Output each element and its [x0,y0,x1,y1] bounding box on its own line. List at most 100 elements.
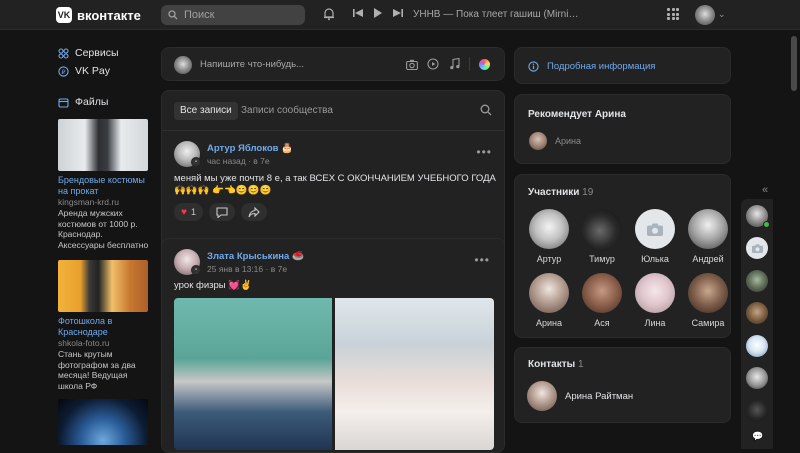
avatar[interactable] [582,273,622,313]
details-link[interactable]: Подробная информация [528,61,655,72]
member-name[interactable]: Самира [692,318,725,328]
member-item[interactable]: Лина [633,273,677,328]
post-time[interactable]: 25 янв в 13:16 [207,264,263,274]
contacts-title[interactable]: Контакты 1 [528,359,584,370]
ad-block[interactable]: Брендовые костюмы на прокат kingsman-krd… [58,119,150,250]
tab-all-posts[interactable]: Все записи [174,102,238,120]
chevron-down-icon[interactable]: ⌄ [718,9,726,20]
previous-track-icon[interactable] [353,8,363,18]
search-input[interactable]: Поиск [161,5,305,25]
chat-avatar[interactable] [746,302,768,324]
collapse-chats-icon[interactable]: « [762,184,768,196]
video-icon[interactable] [427,58,439,70]
music-icon[interactable] [448,58,460,70]
vk-logo[interactable]: VK вконтакте [56,7,141,23]
nav-label: VK Pay [75,65,111,77]
chat-avatar[interactable] [746,400,768,422]
nav-item-files[interactable]: Файлы [58,93,150,111]
details-label[interactable]: Подробная информация [547,61,655,72]
post-card: ▪ Злата Крыськина 🥌 25 янв в 13:16 · в 7… [161,238,505,453]
comment-button[interactable] [208,203,235,221]
scrollbar[interactable] [791,36,797,91]
online-badge: ▪ [191,157,201,167]
next-track-icon[interactable] [393,8,403,18]
profile-avatar[interactable] [695,5,715,25]
camera-placeholder-avatar[interactable] [635,209,675,249]
author-name-text[interactable]: Злата Крыськина [207,251,289,262]
member-item[interactable]: Ася [580,273,624,328]
chat-avatar[interactable] [746,367,768,389]
ad-image[interactable] [58,399,148,445]
ad-title[interactable]: Фотошкола в Краснодаре [58,316,150,338]
post-author-name[interactable]: Злата Крыськина 🥌 [207,251,304,262]
members-title[interactable]: Участники 19 [528,187,593,198]
member-name[interactable]: Ася [594,318,609,328]
chat-avatar[interactable] [746,237,768,259]
member-name[interactable]: Артур [537,254,561,264]
avatar[interactable] [527,381,557,411]
tab-community-posts[interactable]: Записи сообщества [235,102,339,120]
member-item[interactable]: Самира [686,273,730,328]
camera-icon[interactable] [406,58,418,70]
avatar[interactable] [529,132,547,150]
post-photo-left[interactable] [174,298,332,450]
compose-box[interactable]: Напишите что-нибудь... [161,47,505,81]
contact-item[interactable]: Арина Райтман [527,381,633,411]
details-card[interactable]: Подробная информация [514,47,731,84]
member-item[interactable]: Арина [527,273,571,328]
ad-title[interactable]: Брендовые костюмы на прокат [58,175,150,197]
post-photo-right[interactable] [335,298,494,450]
post-text: меняй мы уже почти 8 е, а так ВСЕХ С ОКО… [174,173,496,196]
member-item[interactable]: Тимур [580,209,624,264]
avatar[interactable] [529,209,569,249]
post-source[interactable]: в 7е [271,264,287,274]
avatar[interactable] [688,273,728,313]
avatar[interactable] [688,209,728,249]
share-button[interactable] [240,203,267,221]
nav-item-services[interactable]: Сервисы [58,44,150,62]
like-button[interactable]: ♥ 1 [174,203,203,221]
member-item[interactable]: Артур [527,209,571,264]
chat-avatar[interactable] [746,270,768,292]
contact-name[interactable]: Арина Райтман [565,391,633,402]
ad-block[interactable]: Фотошкола в Краснодаре shkola-foto.ru Ст… [58,260,150,391]
member-item[interactable]: Юлька [633,209,677,264]
post-source[interactable]: в 7е [253,156,269,166]
member-name[interactable]: Арина [536,318,562,328]
ad-domain: shkola-foto.ru [58,338,110,348]
search-icon[interactable] [480,104,492,116]
search-icon [168,10,178,20]
avatar[interactable] [529,273,569,313]
recommends-name[interactable]: Арина [555,136,581,146]
post-author-name[interactable]: Артур Яблоков 🎂 [207,143,293,154]
recommends-item[interactable]: Арина [529,132,581,150]
member-item[interactable]: Андрей [686,209,730,264]
bell-icon[interactable] [322,7,336,21]
more-icon[interactable]: ••• [476,145,492,159]
member-name[interactable]: Юлька [641,254,669,264]
ad-image[interactable] [58,119,148,171]
messages-icon[interactable]: 💬 [752,431,763,442]
avatar[interactable] [635,273,675,313]
compose-placeholder[interactable]: Напишите что-нибудь... [200,59,304,70]
play-icon[interactable] [373,8,383,18]
member-name[interactable]: Андрей [692,254,723,264]
avatar[interactable] [582,209,622,249]
member-name[interactable]: Тимур [589,254,615,264]
author-name-text[interactable]: Артур Яблоков [207,143,278,154]
chat-strip: 💬 [741,199,773,449]
post-meta: час назад · в 7е [207,156,270,166]
member-name[interactable]: Лина [645,318,666,328]
apps-grid-icon[interactable] [667,8,679,20]
nav-item-vkpay[interactable]: ₽ VK Pay [58,62,150,80]
chat-avatar[interactable] [746,335,768,357]
contacts-count: 1 [577,359,584,370]
now-playing-track[interactable]: УННВ — Пока тлеет гашиш (Mirniyy Ed... [413,9,583,20]
post-photo[interactable] [174,298,494,450]
divider [469,57,470,71]
services-icon [58,47,69,59]
more-icon[interactable]: ••• [474,253,490,267]
poster-color-icon[interactable] [479,58,490,70]
post-time[interactable]: час назад [207,156,246,166]
ad-image[interactable] [58,260,148,312]
